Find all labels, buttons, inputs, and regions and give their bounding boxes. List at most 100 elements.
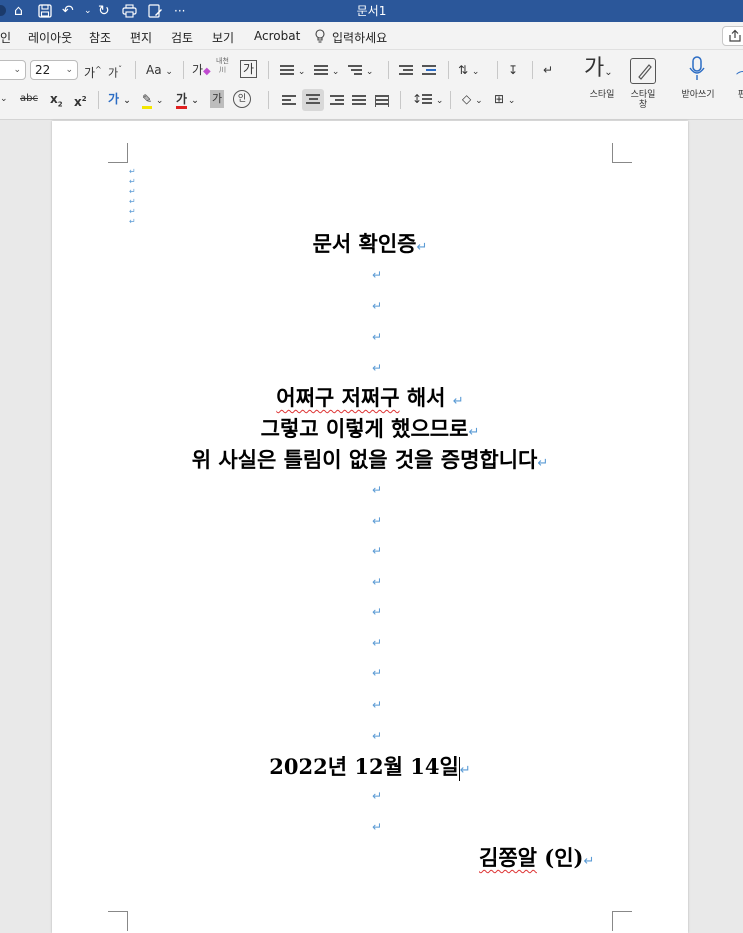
heading-text: 문서 확인증 (312, 231, 417, 256)
paragraph-mark: ↵ (583, 854, 595, 869)
paragraph-mark: ↵ (468, 425, 480, 440)
divider (532, 61, 533, 79)
crop-mark-bottom-right (612, 911, 632, 931)
divider (400, 91, 401, 109)
align-right-icon (330, 95, 344, 107)
tab-layout[interactable]: 레이아웃 (28, 29, 72, 46)
dictate-button[interactable] (689, 56, 705, 87)
paragraph-mark: ↵ (129, 197, 136, 206)
align-right-button[interactable] (330, 94, 344, 112)
font-color-glyph: 가 (176, 92, 188, 109)
tab-design[interactable]: 인 (0, 29, 11, 46)
paragraph-mark: ↵ (371, 575, 383, 589)
paragraph-mark-icon: ↵ (543, 63, 554, 77)
ruby-button[interactable]: 내천 川 (216, 57, 229, 75)
highlight-button[interactable]: ✎ ⌄ (142, 90, 163, 110)
body-line-2: 그렇고 이렇게 했으므로↵ (52, 415, 688, 443)
document-heading: 문서 확인증↵ (52, 230, 688, 258)
paragraph-mark: ↵ (371, 605, 383, 619)
styles-pane-label-line1: 스타일 (630, 90, 656, 100)
paragraph-mark: ↵ (371, 544, 383, 558)
grow-font-glyph: 가 (84, 66, 96, 80)
font-color-dropdown-left[interactable]: ⌄ (0, 90, 8, 108)
justify-icon (352, 95, 366, 107)
strikethrough-label: abc (20, 93, 38, 104)
lightbulb-icon[interactable] (314, 29, 326, 46)
borders-icon: ⊞ (494, 92, 505, 106)
document-page[interactable]: ↵ ↵ ↵ ↵ ↵ ↵ 문서 확인증↵ ↵ ↵ ↵ ↵ 어쩌구 저쩌구 해서 ↵… (52, 121, 688, 933)
paragraph-mark: ↵ (371, 636, 383, 650)
numbering-button[interactable]: ⌄ (314, 61, 339, 81)
body-line-1-underlined: 어쩌구 저쩌구 (276, 385, 400, 410)
body-line-1-rest: 해서 (399, 385, 453, 410)
sort-text-button[interactable]: ⇅ ⌄ (458, 61, 479, 81)
font-size-dropdown[interactable]: 22 ⌄ (30, 60, 78, 80)
signature-name: 김쫑알 (479, 845, 537, 870)
increase-indent-button[interactable] (422, 61, 436, 79)
highlighter-icon: ✎ (142, 92, 153, 109)
styles-pane-icon (638, 64, 652, 80)
paragraph-mark: ↵ (416, 240, 428, 255)
tell-me-search[interactable]: 입력하세요 (332, 29, 387, 46)
sort-button[interactable]: ↧ (508, 61, 518, 79)
divider (135, 61, 136, 79)
shading-button[interactable]: ◇ ⌄ (462, 90, 483, 110)
show-formatting-button[interactable]: ↵ (543, 61, 553, 79)
subscript-button[interactable]: x2 (50, 90, 63, 113)
line-spacing-lines (422, 94, 433, 106)
multilevel-list-button[interactable]: ⌄ (348, 61, 373, 81)
grow-font-button[interactable]: 가^ (84, 61, 102, 82)
editor-label: 편 (737, 90, 743, 100)
paragraph-mark: ↵ (371, 514, 383, 528)
crop-mark-top-left (108, 143, 128, 163)
paragraph-mark: ↵ (129, 177, 136, 186)
paragraph-mark: ↵ (537, 456, 549, 471)
enclose-char-button[interactable]: 인 (233, 90, 251, 108)
title-bar: ⌂ ↶ ⌄ ↻ ··· 문서1 (0, 0, 743, 22)
tab-view[interactable]: 보기 (212, 29, 234, 46)
paragraph-mark: ↵ (371, 483, 383, 497)
body-line-1: 어쩌구 저쩌구 해서 ↵ (52, 384, 688, 412)
sort-icon: ⇅ (458, 63, 469, 77)
borders-button[interactable]: ⊞ ⌄ (494, 90, 515, 110)
styles-pane-button[interactable] (630, 58, 656, 84)
tab-review[interactable]: 검토 (171, 29, 193, 46)
char-border-button[interactable]: 가 (240, 60, 258, 78)
enclose-char-glyph: 인 (237, 94, 247, 104)
bullets-button[interactable]: ⌄ (280, 61, 305, 81)
styles-gallery-button[interactable]: 가⌄ (584, 56, 613, 86)
body-line-3-text: 위 사실은 틀림이 없을 것을 증명합니다 (191, 447, 538, 472)
divider (268, 61, 269, 79)
font-size-value: 22 (35, 63, 51, 77)
char-shading-button[interactable]: 가 (210, 90, 225, 108)
divider (183, 61, 184, 79)
document-title: 문서1 (356, 4, 387, 18)
line-spacing-icon: ↕ (412, 92, 423, 106)
superscript-label: x (74, 95, 82, 109)
justify-button[interactable] (352, 94, 366, 112)
divider (497, 61, 498, 79)
superscript-button[interactable]: x2 (74, 90, 87, 111)
styles-glyph: 가 (584, 56, 605, 81)
tab-acrobat[interactable]: Acrobat (254, 29, 300, 43)
distribute-button[interactable] (375, 94, 389, 112)
change-case-button[interactable]: Aa ⌄ (146, 61, 173, 81)
tab-references[interactable]: 참조 (89, 29, 111, 46)
line-spacing-button[interactable]: ↕ ⌄ (412, 90, 443, 110)
tab-mailings[interactable]: 편지 (130, 29, 152, 46)
font-color-button[interactable]: 가 ⌄ (176, 90, 199, 110)
font-name-dropdown[interactable]: ⌄ (0, 60, 26, 80)
strikethrough-button[interactable]: abc (20, 90, 38, 108)
change-case-label: Aa (146, 63, 162, 77)
editor-icon[interactable]: ⌒ (736, 70, 743, 88)
text-effects-button[interactable]: 가 ⌄ (108, 90, 131, 110)
clear-format-button[interactable]: 가◆ (192, 61, 211, 81)
paragraph-mark: ↵ (129, 167, 136, 176)
share-button[interactable] (722, 26, 743, 46)
distribute-icon (375, 95, 389, 107)
align-center-button[interactable] (302, 89, 324, 111)
align-left-button[interactable] (282, 94, 296, 112)
shrink-font-button[interactable]: 가ˇ (108, 61, 122, 83)
paragraph-mark: ↵ (371, 666, 383, 680)
decrease-indent-button[interactable] (399, 61, 413, 79)
